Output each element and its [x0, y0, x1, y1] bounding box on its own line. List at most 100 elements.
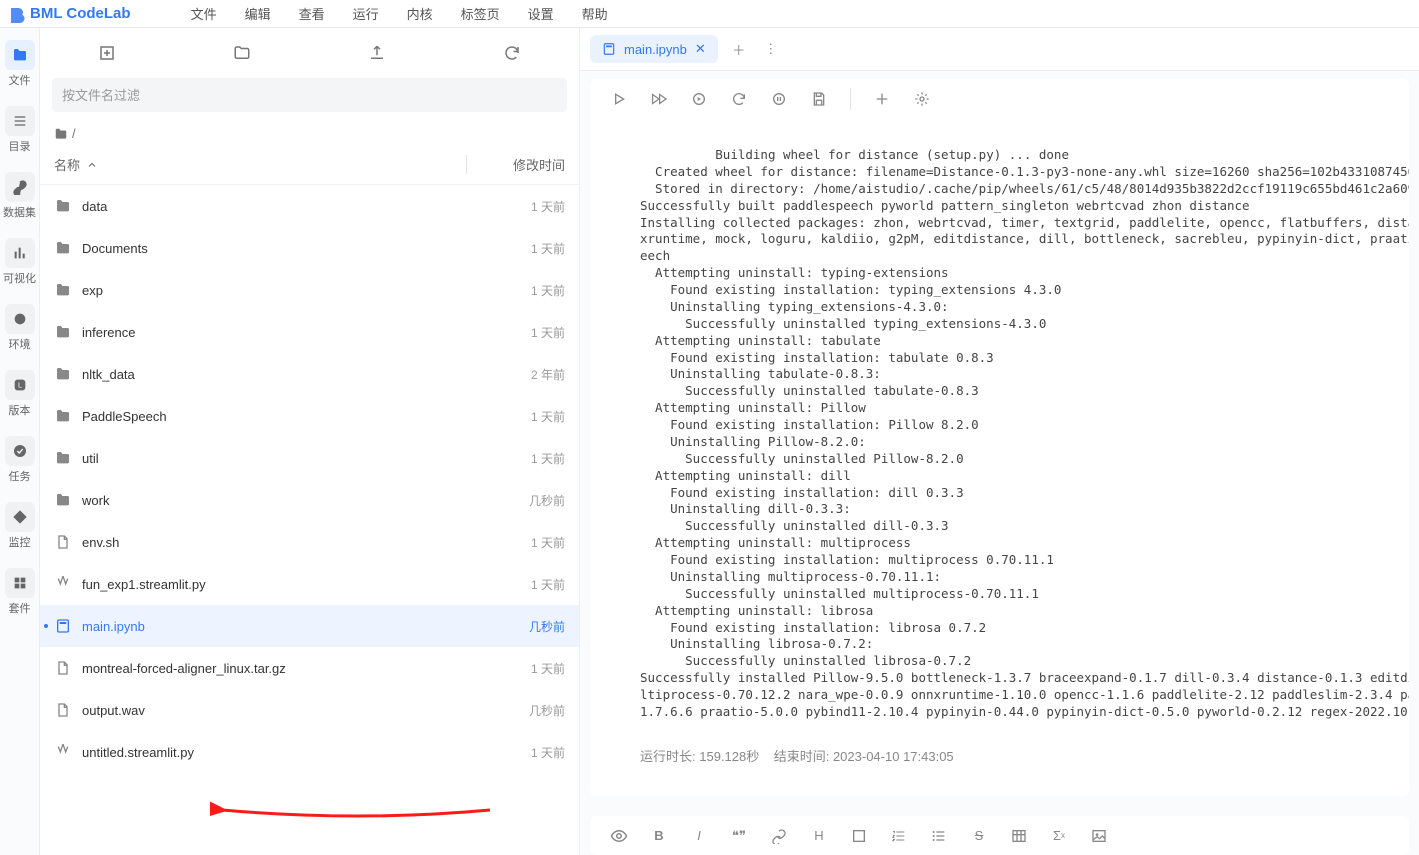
- file-icon: [54, 701, 72, 719]
- sidebar-item-label: 任务: [9, 468, 31, 484]
- heading-button[interactable]: H: [810, 827, 828, 845]
- file-mtime-label: 1 天前: [475, 576, 565, 593]
- quote-button[interactable]: ❝❞: [730, 827, 748, 845]
- file-name-label: work: [82, 493, 475, 508]
- folder-icon: [54, 407, 72, 425]
- file-row-untitled-streamlit-py[interactable]: untitled.streamlit.py1 天前: [40, 731, 579, 773]
- settings-button[interactable]: [913, 90, 931, 108]
- file-row-env-sh[interactable]: env.sh1 天前: [40, 521, 579, 563]
- new-file-button[interactable]: [97, 43, 117, 63]
- file-row-montreal-forced-aligner-linux-tar-gz[interactable]: montreal-forced-aligner_linux.tar.gz1 天前: [40, 647, 579, 689]
- sidebar-item-monitor[interactable]: 监控: [5, 502, 35, 550]
- file-mtime-label: 1 天前: [475, 744, 565, 761]
- folder-icon: [5, 40, 35, 70]
- run-all-button[interactable]: [650, 90, 668, 108]
- link-button[interactable]: [770, 827, 788, 845]
- sidebar-item-label: 数据集: [3, 204, 36, 220]
- folder-icon: [54, 323, 72, 341]
- italic-button[interactable]: I: [690, 827, 708, 845]
- menu-view[interactable]: 查看: [299, 4, 325, 23]
- menu-settings[interactable]: 设置: [528, 4, 554, 23]
- list-icon: [5, 106, 35, 136]
- circle-icon: [5, 304, 35, 334]
- file-name-label: inference: [82, 325, 475, 340]
- menu-file[interactable]: 文件: [191, 4, 217, 23]
- tab-more-button[interactable]: ⋮: [760, 38, 782, 60]
- file-row-inference[interactable]: inference1 天前: [40, 311, 579, 353]
- folder-icon: [54, 239, 72, 257]
- new-folder-button[interactable]: [232, 43, 252, 63]
- file-row-util[interactable]: util1 天前: [40, 437, 579, 479]
- output-meta: 运行时长: 159.128秒 结束时间: 2023-04-10 17:43:05: [640, 748, 1395, 766]
- col-time-label[interactable]: 修改时间: [475, 155, 565, 174]
- file-row-nltk-data[interactable]: nltk_data2 年前: [40, 353, 579, 395]
- sidebar-item-tasks[interactable]: 任务: [5, 436, 35, 484]
- col-name-label[interactable]: 名称: [54, 155, 80, 174]
- table-button[interactable]: [1010, 827, 1028, 845]
- tab-main-ipynb[interactable]: main.ipynb ✕: [590, 35, 718, 63]
- restart-run-button[interactable]: [690, 90, 708, 108]
- image-button[interactable]: [1090, 827, 1108, 845]
- file-name-label: nltk_data: [82, 367, 475, 382]
- sidebar-item-suite[interactable]: 套件: [5, 568, 35, 616]
- refresh-button[interactable]: [502, 43, 522, 63]
- file-name-label: main.ipynb: [82, 619, 475, 634]
- active-dot-icon: [44, 624, 48, 628]
- svg-text:L: L: [17, 381, 21, 390]
- code-button[interactable]: [850, 827, 868, 845]
- close-tab-button[interactable]: ✕: [695, 41, 706, 57]
- menu-kernel[interactable]: 内核: [407, 4, 433, 23]
- file-mtime-label: 1 天前: [475, 282, 565, 299]
- file-mtime-label: 几秒前: [475, 618, 565, 635]
- file-row-PaddleSpeech[interactable]: PaddleSpeech1 天前: [40, 395, 579, 437]
- bold-button[interactable]: B: [650, 827, 668, 845]
- sidebar-item-label: 环境: [9, 336, 31, 352]
- preview-icon[interactable]: [610, 827, 628, 845]
- file-row-fun-exp1-streamlit-py[interactable]: fun_exp1.streamlit.py1 天前: [40, 563, 579, 605]
- diamond-icon: [5, 502, 35, 532]
- sidebar-item-env[interactable]: 环境: [5, 304, 35, 352]
- ul-button[interactable]: [930, 827, 948, 845]
- file-row-exp[interactable]: exp1 天前: [40, 269, 579, 311]
- grid-icon: [5, 568, 35, 598]
- streamlit-icon: [54, 743, 72, 761]
- notebook-icon: [602, 42, 616, 56]
- streamlit-icon: [54, 575, 72, 593]
- file-name-label: env.sh: [82, 535, 475, 550]
- menubar: BML CodeLab 文件 编辑 查看 运行 内核 标签页 设置 帮助: [0, 0, 1419, 28]
- strike-button[interactable]: S: [970, 827, 988, 845]
- interrupt-button[interactable]: [770, 90, 788, 108]
- menu-tabs[interactable]: 标签页: [461, 4, 500, 23]
- sidebar-item-files[interactable]: 文件: [5, 40, 35, 88]
- formula-button[interactable]: Σx: [1050, 827, 1068, 845]
- link-icon: [5, 172, 35, 202]
- file-row-output-wav[interactable]: output.wav几秒前: [40, 689, 579, 731]
- file-row-data[interactable]: data1 天前: [40, 185, 579, 227]
- markdown-toolbar: B I ❝❞ H S Σx: [590, 816, 1409, 855]
- folder-icon: [54, 365, 72, 383]
- add-cell-button[interactable]: [873, 90, 891, 108]
- sidebar-item-outline[interactable]: 目录: [5, 106, 35, 154]
- editor-tabs: main.ipynb ✕ ＋ ⋮: [580, 28, 1419, 71]
- endtime-value: 2023-04-10 17:43:05: [833, 749, 954, 764]
- chart-icon: [5, 238, 35, 268]
- sidebar-item-version[interactable]: L 版本: [5, 370, 35, 418]
- menu-edit[interactable]: 编辑: [245, 4, 271, 23]
- ol-button[interactable]: [890, 827, 908, 845]
- file-row-work[interactable]: work几秒前: [40, 479, 579, 521]
- sidebar-item-visual[interactable]: 可视化: [3, 238, 36, 286]
- new-tab-button[interactable]: ＋: [728, 38, 750, 60]
- save-button[interactable]: [810, 90, 828, 108]
- sidebar-item-dataset[interactable]: 数据集: [3, 172, 36, 220]
- file-row-main-ipynb[interactable]: main.ipynb几秒前: [40, 605, 579, 647]
- menu-help[interactable]: 帮助: [582, 4, 608, 23]
- file-row-Documents[interactable]: Documents1 天前: [40, 227, 579, 269]
- file-filter-input[interactable]: [52, 78, 567, 112]
- breadcrumb[interactable]: /: [40, 122, 579, 145]
- run-cell-button[interactable]: [610, 90, 628, 108]
- restart-button[interactable]: [730, 90, 748, 108]
- folder-icon: [54, 281, 72, 299]
- upload-button[interactable]: [367, 43, 387, 63]
- sidebar-item-label: 文件: [9, 72, 31, 88]
- menu-run[interactable]: 运行: [353, 4, 379, 23]
